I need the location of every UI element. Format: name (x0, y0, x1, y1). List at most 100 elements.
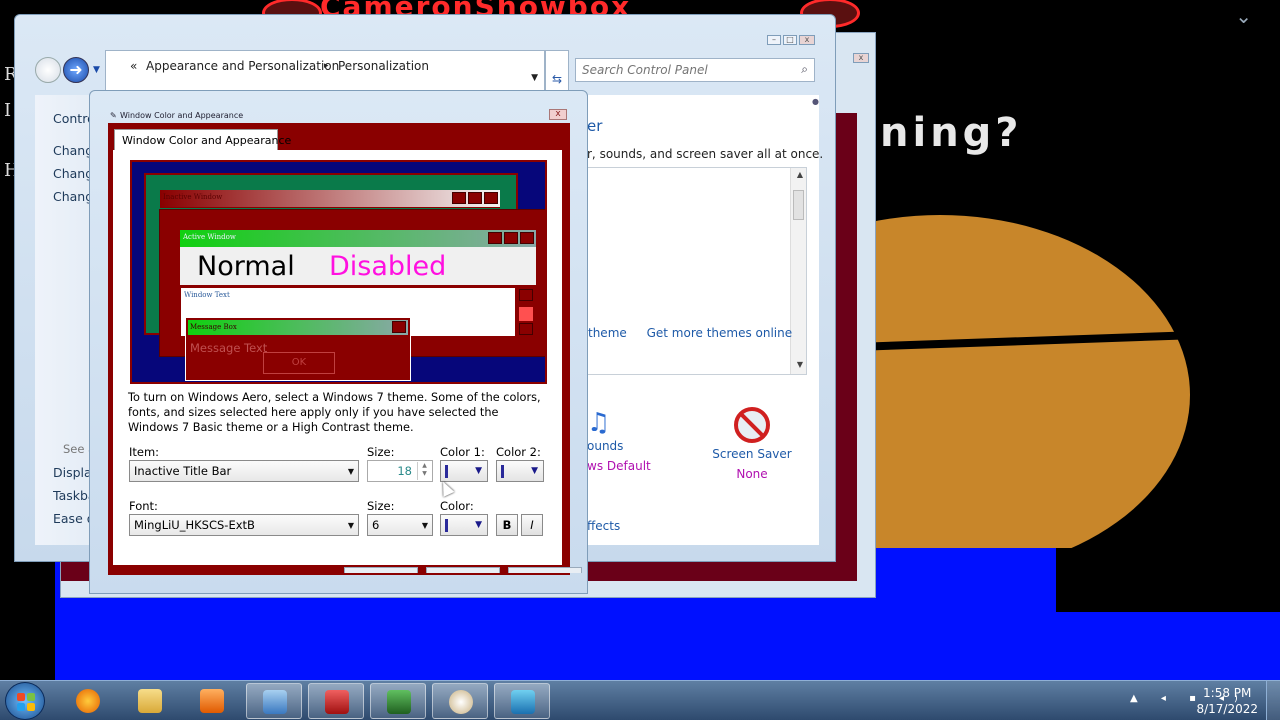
item-select[interactable]: Inactive Title Bar ▼ (129, 460, 359, 482)
screen-saver-value: None (736, 467, 768, 481)
back-button[interactable] (35, 57, 61, 83)
preview-message-title: Message Box (190, 323, 237, 331)
instructions-text: To turn on Windows Aero, select a Window… (128, 391, 541, 434)
taskbar-display-settings[interactable] (494, 683, 550, 719)
font-color-swatch (445, 519, 448, 532)
font-size-value: 6 (372, 518, 380, 532)
scroll-thumb[interactable] (793, 190, 804, 220)
close-icon[interactable]: x (799, 35, 815, 45)
save-theme-link[interactable]: theme (588, 326, 627, 340)
font-select[interactable]: MingLiU_HKSCS-ExtB ▼ (129, 514, 359, 536)
search-input[interactable] (582, 62, 782, 78)
preview-menu-bar[interactable]: Normal Disabled (180, 247, 536, 285)
dialog-title: Window Color and Appearance (120, 111, 244, 120)
preview-active-buttons (488, 232, 534, 244)
preview-message-text[interactable]: Message Text (190, 341, 267, 355)
taskbar-media-player[interactable] (184, 683, 240, 719)
music-notes-icon: ♫ (587, 408, 611, 438)
theme-list-scrollbar[interactable]: ▲ ▼ (790, 168, 806, 374)
taskbar-control-panel[interactable] (246, 683, 302, 719)
preview-message-box[interactable]: Message Box Message Text OK (185, 317, 411, 381)
chevron-down-icon: ▼ (347, 521, 354, 530)
start-button[interactable] (5, 682, 45, 720)
palette-icon (449, 690, 473, 714)
breadcrumb-item-personalization[interactable]: Personalization (338, 59, 429, 73)
sounds-value: ws Default (587, 459, 651, 473)
window-caption-buttons: – □ x (767, 35, 815, 45)
breadcrumb-item-appearance[interactable]: Appearance and Personalization (146, 59, 339, 73)
taskbar-paint[interactable] (432, 683, 488, 719)
preview-active-title: Active Window (183, 233, 236, 241)
preview-inactive-buttons (452, 192, 498, 204)
preview-active-title-bar[interactable]: Active Window (180, 230, 536, 247)
font-color-button[interactable]: ▼ (440, 514, 488, 536)
breadcrumb-root-icon[interactable]: « (130, 59, 137, 73)
sounds-item[interactable]: ♫ ounds ws Default (587, 407, 651, 473)
address-dropdown-icon[interactable]: ▼ (531, 73, 538, 83)
toolbox-icon (325, 690, 349, 714)
search-box[interactable]: ⌕ (575, 58, 815, 82)
dialog-title-icon: ✎ (110, 111, 117, 120)
clock-date: 8/17/2022 (1196, 702, 1258, 716)
scroll-up-icon[interactable]: ▲ (797, 170, 803, 179)
font-size-label: Size: (367, 499, 395, 513)
help-icon[interactable]: ● (812, 97, 819, 106)
system-tray: ▲ ◂ ▪ ◂) 1:58 PM 8/17/2022 (1130, 681, 1280, 720)
preview-message-title-bar[interactable]: Message Box (188, 320, 408, 335)
breadcrumb-separator-icon[interactable]: ▸ (324, 61, 329, 71)
preview-ok-button[interactable]: OK (263, 352, 335, 374)
item-size-stepper[interactable]: 18 ▲ ▼ (367, 460, 433, 482)
taskbar-monitor-app[interactable] (370, 683, 426, 719)
theme-list[interactable]: ▲ ▼ theme Get more themes online (587, 167, 807, 375)
screen-saver-item[interactable]: Screen Saver None (707, 407, 797, 481)
forward-button[interactable]: ➜ (63, 57, 89, 83)
window-color-effects-link[interactable]: ffects (587, 519, 620, 533)
screen-saver-label: Screen Saver (712, 447, 792, 461)
wallpaper-step (1056, 548, 1280, 612)
taskbar-toolbox[interactable] (308, 683, 364, 719)
font-select-value: MingLiU_HKSCS-ExtB (134, 518, 255, 532)
control-panel-icon (263, 690, 287, 714)
preview-scrollbar[interactable] (517, 287, 536, 337)
apply-button[interactable] (508, 567, 582, 573)
window-color-dialog[interactable]: ✎ Window Color and Appearance x Window C… (89, 90, 588, 594)
ok-button[interactable] (344, 567, 418, 573)
windows-logo-icon (17, 693, 35, 711)
preview-inactive-title: Inactive Window (163, 193, 223, 201)
get-more-themes-link[interactable]: Get more themes online (647, 326, 793, 340)
font-size-select[interactable]: 6 ▼ (367, 514, 433, 536)
color2-button[interactable]: ▼ (496, 460, 544, 482)
chevron-down-icon: ▼ (531, 466, 538, 476)
close-icon[interactable]: x (549, 109, 567, 120)
color1-label: Color 1: (440, 445, 485, 459)
close-icon[interactable]: x (853, 53, 869, 63)
preview-inactive-title-bar[interactable]: Inactive Window (160, 190, 500, 208)
monitor-icon (387, 690, 411, 714)
taskbar-firefox[interactable] (60, 683, 116, 719)
show-desktop-button[interactable] (1266, 681, 1280, 720)
item-size-label: Size: (367, 445, 395, 459)
preview-normal-text[interactable]: Normal (197, 251, 295, 282)
scroll-down-icon[interactable]: ▼ (797, 360, 803, 369)
wallpaper-letter: I (4, 100, 12, 121)
chevron-down-icon: ▼ (421, 521, 428, 530)
clock[interactable]: 1:58 PM 8/17/2022 (1196, 685, 1258, 717)
wallpaper-text: ning? (880, 110, 1023, 156)
taskbar-explorer[interactable] (122, 683, 178, 719)
minimize-icon[interactable]: – (767, 35, 781, 45)
cancel-button[interactable] (426, 567, 500, 573)
screen-saver-icon (734, 407, 770, 443)
sounds-label: ounds (587, 439, 624, 453)
italic-toggle[interactable]: I (521, 514, 543, 536)
appearance-preview[interactable]: Inactive Window Active Window Normal Dis… (130, 160, 547, 384)
media-player-icon (200, 689, 224, 713)
spinner-arrows-icon[interactable]: ▲ ▼ (417, 462, 431, 480)
recent-pages-dropdown[interactable]: ▼ (93, 65, 100, 75)
preview-disabled-text[interactable]: Disabled (329, 251, 446, 282)
tab-window-color[interactable]: Window Color and Appearance (114, 129, 291, 151)
bold-toggle[interactable]: B (496, 514, 518, 536)
page-heading: er (587, 117, 603, 135)
dialog-buttons (344, 567, 582, 573)
maximize-icon[interactable]: □ (783, 35, 797, 45)
search-icon[interactable]: ⌕ (801, 62, 808, 77)
